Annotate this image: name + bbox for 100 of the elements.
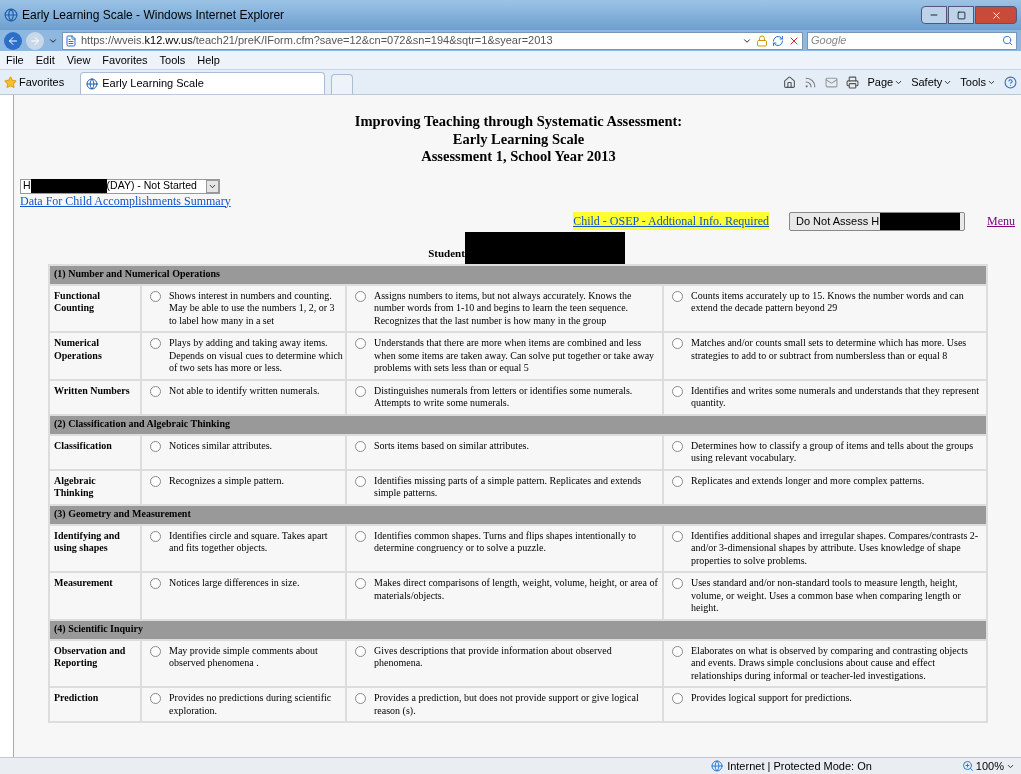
radio-button[interactable] bbox=[150, 693, 161, 704]
address-field[interactable]: https://wveis.k12.wv.us/teach21/preK/IForm.cfm?save=12&cn=072&sn=194&sqtr=1&syear=2013 bbox=[62, 31, 803, 50]
radio-button[interactable] bbox=[150, 440, 161, 452]
section-header: (1) Number and Numerical Operations bbox=[49, 264, 987, 285]
option-text: Gives descriptions that provide information about observed phenomena. bbox=[374, 644, 613, 670]
radio-button[interactable] bbox=[355, 645, 366, 657]
option-text: Shows interest in numbers and counting. May be able to use the numbers 1, 2, or 3 to label how many in a set bbox=[169, 289, 336, 327]
radio-button[interactable] bbox=[672, 385, 683, 397]
skill-label: Numerical Operations bbox=[49, 332, 141, 380]
skill-label: Measurement bbox=[49, 572, 141, 620]
maximize-button[interactable] bbox=[948, 6, 974, 24]
option-text: Identifies missing parts of a simple pattern. Replicates and extends simple patterns. bbox=[374, 474, 643, 500]
radio-button[interactable] bbox=[150, 645, 161, 657]
radio-button[interactable] bbox=[150, 578, 161, 589]
radio-button[interactable] bbox=[355, 578, 366, 589]
command-menu[interactable]: Page bbox=[867, 73, 904, 91]
menu-item[interactable]: Favorites bbox=[102, 51, 148, 69]
security-zone-text: Internet | Protected Mode: On bbox=[727, 758, 872, 774]
command-menu[interactable]: Tools bbox=[960, 73, 996, 91]
window-title: Early Learning Scale - Windows Internet Explorer bbox=[22, 7, 285, 24]
radio-button[interactable] bbox=[672, 475, 683, 487]
option-text: Provides no predictions during scientific exploration. bbox=[169, 692, 333, 717]
skill-label: Written Numbers bbox=[49, 379, 141, 415]
option-text: Identifies and writes some numerals and understands that they represent quantity. bbox=[691, 384, 980, 410]
skill-label: Algebraic Thinking bbox=[49, 469, 141, 505]
do-not-assess-button[interactable]: Do Not Assess H bbox=[789, 211, 965, 231]
help-icon[interactable] bbox=[1004, 75, 1017, 89]
osep-link[interactable]: Child - OSEP - Addtional Info. Required bbox=[573, 212, 769, 230]
section-header: (3) Geometry and Measurement bbox=[49, 504, 987, 525]
minimize-button[interactable] bbox=[921, 6, 947, 24]
radio-button[interactable] bbox=[150, 338, 161, 349]
menu-item[interactable]: File bbox=[6, 51, 24, 69]
menu-link[interactable]: Menu bbox=[987, 212, 1015, 230]
radio-button[interactable] bbox=[672, 440, 683, 452]
close-button[interactable] bbox=[975, 6, 1017, 24]
option-text: Recognizes a simple pattern. bbox=[169, 474, 285, 487]
radio-button[interactable] bbox=[355, 338, 366, 349]
back-button[interactable] bbox=[4, 31, 22, 50]
lock-icon bbox=[756, 34, 768, 47]
option-text: Understands that there are more when items are combined and less when some items are taken away. Can solve put together or take away problems with sets less than or equal 5 bbox=[374, 337, 656, 375]
refresh-icon[interactable] bbox=[772, 34, 784, 47]
option-text: Uses standard and/or non-standard tools to measure length, height, volume, or weight. Uses a common base when comparing length or height. bbox=[691, 577, 962, 615]
command-menu[interactable]: Safety bbox=[911, 73, 953, 91]
new-tab-button[interactable] bbox=[331, 74, 354, 94]
radio-button[interactable] bbox=[355, 290, 366, 302]
option-text: Distinguishes numerals from letters or identifies some numerals. Attempts to write some numerals. bbox=[374, 384, 634, 410]
skill-label: Functional Counting bbox=[49, 284, 141, 332]
radio-button[interactable] bbox=[672, 693, 683, 704]
option-text: Determines how to classify a group of items and tells about the groups using relevant vocabulary. bbox=[691, 439, 975, 465]
search-icon[interactable] bbox=[1002, 35, 1013, 46]
radio-button[interactable] bbox=[355, 475, 366, 487]
option-text: Replicates and extends longer and more complex patterns. bbox=[691, 474, 926, 487]
option-text: Elaborates on what is observed by comparing and contrasting objects and events. Draws simple conclusions about cause and effect relationships during informal or teacher-led investigations. bbox=[691, 644, 969, 682]
mail-icon[interactable] bbox=[825, 75, 839, 89]
radio-button[interactable] bbox=[672, 645, 683, 657]
page-title: Assessment 1, School Year 2013 bbox=[421, 148, 616, 166]
option-text: Notices similar attributes. bbox=[169, 439, 274, 452]
favorites-star-icon[interactable] bbox=[4, 75, 17, 89]
menu-item[interactable]: View bbox=[66, 51, 91, 69]
radio-button[interactable] bbox=[150, 530, 161, 542]
radio-button[interactable] bbox=[355, 385, 366, 397]
option-text: Counts items accurately up to 15. Knows the number words and can extend the decade pattern beyond 29 bbox=[691, 289, 965, 315]
browser-tab[interactable]: Early Learning Scale bbox=[80, 72, 326, 94]
favorites-button[interactable]: Favorites bbox=[19, 73, 65, 91]
option-text: Sorts items based on similar attributes. bbox=[374, 439, 530, 452]
search-field[interactable]: Google bbox=[807, 31, 1017, 50]
option-text: Identifies common shapes. Turns and flips shapes intentionally to determine congruency or to solve a puzzle. bbox=[374, 529, 637, 555]
radio-button[interactable] bbox=[672, 338, 683, 349]
url-text: https://wveis.k12.wv.us/teach21/preK/IForm.cfm?save=12&cn=072&sn=194&sqtr=1&syear=2013 bbox=[81, 33, 553, 49]
zoom-icon[interactable] bbox=[961, 760, 974, 772]
skill-label: Observation and Reporting bbox=[49, 639, 141, 687]
radio-button[interactable] bbox=[150, 475, 161, 487]
page-icon bbox=[65, 34, 77, 47]
student-label: Student bbox=[428, 246, 465, 261]
radio-button[interactable] bbox=[672, 530, 683, 542]
zoom-level[interactable]: 100% bbox=[975, 757, 1004, 774]
radio-button[interactable] bbox=[672, 578, 683, 589]
internet-zone-icon bbox=[711, 760, 724, 772]
option-text: Provides a prediction, but does not provide support or give logical reason (s). bbox=[374, 692, 640, 717]
home-icon[interactable] bbox=[783, 75, 797, 89]
radio-button[interactable] bbox=[672, 290, 683, 302]
skill-label: Classification bbox=[49, 434, 141, 470]
menu-item[interactable]: Help bbox=[197, 51, 220, 69]
section-header: (2) Classification and Algebraic Thinking bbox=[49, 414, 987, 435]
option-text: Makes direct comparisons of length, weight, volume, height, or area of materials/objects. bbox=[374, 577, 659, 602]
radio-button[interactable] bbox=[355, 530, 366, 542]
option-text: Identifies additional shapes and irregular shapes. Compares/contrasts 2- and/or 3-dimensional shapes by attribute. Uses knowledge of shape properties to solve problems. bbox=[691, 529, 980, 567]
page-title: Early Learning Scale bbox=[452, 130, 585, 148]
feeds-icon[interactable] bbox=[804, 75, 818, 89]
menu-item[interactable]: Edit bbox=[35, 51, 55, 69]
radio-button[interactable] bbox=[355, 693, 366, 704]
option-text: Plays by adding and taking away items. Depends on visual cues to determine which of two sets has more or less. bbox=[169, 337, 343, 375]
child-select[interactable]: H (DAY) - Not Started bbox=[20, 178, 220, 194]
print-icon[interactable] bbox=[846, 75, 860, 89]
skill-label: Prediction bbox=[49, 687, 141, 722]
radio-button[interactable] bbox=[150, 290, 161, 302]
radio-button[interactable] bbox=[355, 440, 366, 452]
radio-button[interactable] bbox=[150, 385, 161, 397]
menu-item[interactable]: Tools bbox=[159, 51, 186, 69]
summary-link[interactable]: Data For Child Accomplishments Summary bbox=[20, 193, 231, 209]
